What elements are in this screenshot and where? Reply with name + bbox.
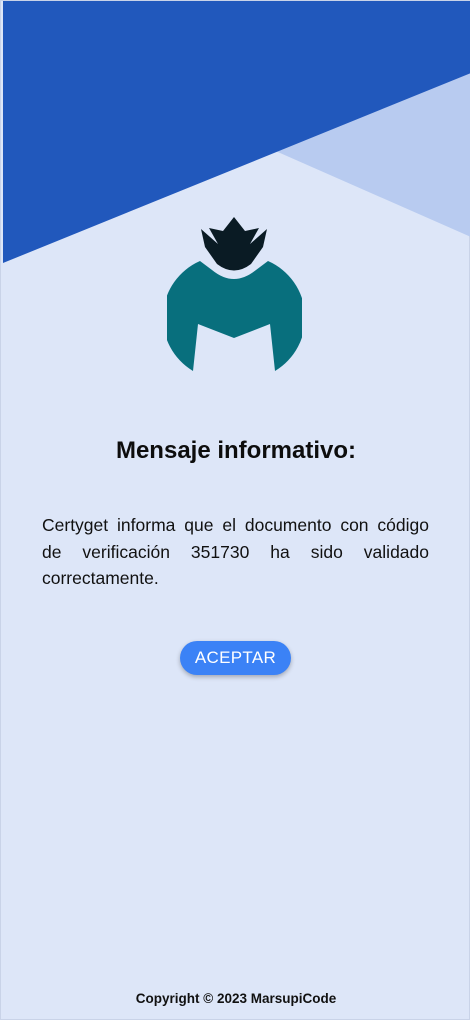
page: Mensaje informativo: Certyget informa qu… — [0, 0, 470, 1020]
marsupicode-logo-icon — [167, 217, 302, 371]
logo-m-shape — [167, 261, 302, 371]
page-title: Mensaje informativo: — [115, 437, 357, 464]
accept-button[interactable]: ACEPTAR — [180, 641, 291, 675]
footer-copyright: Copyright © 2023 MarsupiCode — [135, 991, 337, 1006]
info-message: Certyget informa que el documento con có… — [42, 515, 429, 588]
logo-crown — [201, 217, 267, 271]
